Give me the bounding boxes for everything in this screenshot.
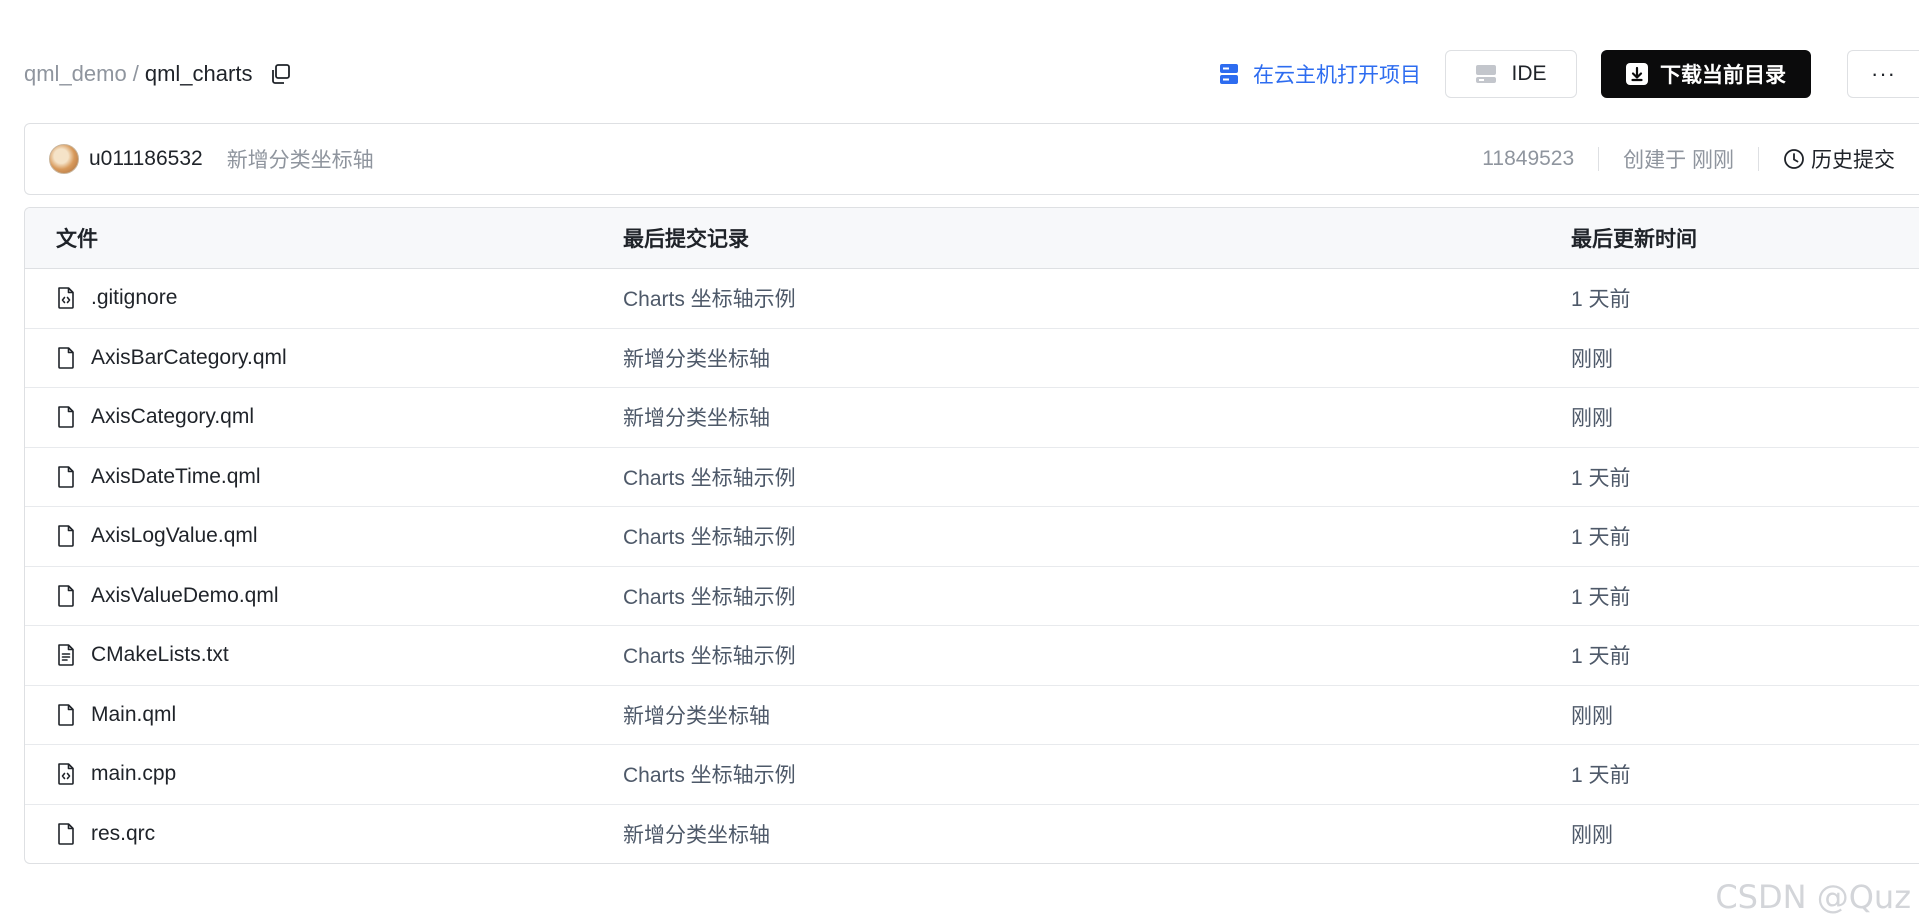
file-name-cell[interactable]: AxisLogValue.qml (56, 524, 258, 548)
file-icon (56, 822, 78, 846)
file-name-cell[interactable]: AxisCategory.qml (56, 405, 254, 429)
open-in-cloud-button[interactable]: 在云主机打开项目 (1219, 50, 1421, 98)
updated-time-cell: 刚刚 (1571, 407, 1613, 431)
code-file-icon (56, 762, 78, 786)
table-row[interactable]: AxisDateTime.qml Charts 坐标轴示例 1 天前 (25, 448, 1919, 507)
ide-button[interactable]: IDE (1445, 50, 1577, 98)
file-name-cell[interactable]: AxisBarCategory.qml (56, 346, 287, 370)
text-file-icon (56, 643, 78, 667)
last-commit-cell[interactable]: 新增分类坐标轴 (623, 819, 770, 849)
file-name[interactable]: AxisLogValue.qml (91, 524, 258, 548)
table-body: .gitignore Charts 坐标轴示例 1 天前 AxisBarCategor… (25, 269, 1919, 864)
history-commits-label: 历史提交 (1811, 149, 1895, 172)
download-icon (1626, 63, 1648, 85)
last-commit-cell[interactable]: Charts 坐标轴示例 (623, 640, 796, 670)
updated-time-cell: 刚刚 (1571, 824, 1613, 848)
table-row[interactable]: main.cpp Charts 坐标轴示例 1 天前 (25, 745, 1919, 805)
last-commit-cell[interactable]: Charts 坐标轴示例 (623, 581, 796, 611)
header-actions: 在云主机打开项目 IDE 下载当前目录 ··· (1219, 50, 1919, 98)
table-header: 文件 最后提交记录 最后更新时间 (25, 208, 1919, 269)
table-row[interactable]: CMakeLists.txt Charts 坐标轴示例 1 天前 (25, 626, 1919, 686)
file-name-cell[interactable]: CMakeLists.txt (56, 643, 229, 667)
divider (1598, 147, 1600, 171)
last-commit-cell[interactable]: Charts 坐标轴示例 (623, 283, 796, 313)
commit-message[interactable]: 新增分类坐标轴 (227, 144, 374, 174)
file-name[interactable]: AxisCategory.qml (91, 405, 254, 429)
file-icon (56, 584, 78, 608)
repo-file-browser: qml_demo / qml_charts 在云主机打开项目 IDE 下载当前目… (0, 0, 1919, 918)
avatar[interactable] (49, 144, 79, 174)
commit-author[interactable]: u011186532 (89, 147, 203, 171)
updated-time-cell: 1 天前 (1571, 526, 1631, 550)
updated-time-cell: 刚刚 (1571, 347, 1613, 371)
updated-time-cell: 1 天前 (1571, 288, 1631, 312)
file-icon (56, 346, 78, 370)
breadcrumb-current: qml_charts (144, 61, 253, 86)
updated-time-cell: 1 天前 (1571, 764, 1631, 788)
file-name[interactable]: CMakeLists.txt (91, 643, 229, 667)
download-directory-label: 下载当前目录 (1660, 64, 1786, 87)
file-icon (56, 405, 78, 429)
last-commit-cell[interactable]: 新增分类坐标轴 (623, 343, 770, 373)
table-row[interactable]: res.qrc 新增分类坐标轴 刚刚 (25, 805, 1919, 864)
file-icon (56, 465, 78, 489)
watermark: CSDN @Quz (1715, 878, 1911, 916)
more-options-icon: ··· (1871, 61, 1896, 86)
file-name[interactable]: AxisBarCategory.qml (91, 346, 287, 370)
file-name-cell[interactable]: res.qrc (56, 822, 155, 846)
ide-label: IDE (1511, 62, 1547, 85)
server-icon (1475, 63, 1497, 85)
column-header-updated: 最后更新时间 (1571, 228, 1697, 251)
file-name[interactable]: main.cpp (91, 762, 176, 786)
last-commit-cell[interactable]: Charts 坐标轴示例 (623, 462, 796, 492)
file-name[interactable]: .gitignore (91, 286, 177, 310)
copy-path-icon[interactable] (268, 62, 292, 86)
file-name-cell[interactable]: AxisValueDemo.qml (56, 584, 279, 608)
commit-sha[interactable]: 11849523 (1482, 147, 1574, 171)
table-row[interactable]: .gitignore Charts 坐标轴示例 1 天前 (25, 269, 1919, 329)
file-table: 文件 最后提交记录 最后更新时间 .gitignore Charts 坐标轴示例 1… (24, 207, 1919, 864)
table-row[interactable]: AxisLogValue.qml Charts 坐标轴示例 1 天前 (25, 507, 1919, 567)
latest-commit-bar: u011186532 新增分类坐标轴 11849523 创建于 刚刚 历史提交 (24, 123, 1919, 195)
updated-time-cell: 刚刚 (1571, 704, 1613, 728)
commit-meta: 11849523 创建于 刚刚 历史提交 (1482, 124, 1895, 194)
code-file-icon (56, 286, 78, 310)
breadcrumb-parent-link[interactable]: qml_demo (24, 61, 127, 87)
breadcrumb: qml_demo / qml_charts (24, 50, 292, 98)
file-icon (56, 703, 78, 727)
file-name[interactable]: res.qrc (91, 822, 155, 846)
file-name[interactable]: AxisDateTime.qml (91, 465, 261, 489)
divider (1758, 147, 1759, 171)
last-commit-cell[interactable]: 新增分类坐标轴 (623, 700, 770, 730)
more-options-button[interactable]: ··· (1847, 50, 1919, 98)
commit-created-time: 创建于 刚刚 (1623, 149, 1734, 172)
updated-time-cell: 1 天前 (1571, 466, 1631, 490)
file-name-cell[interactable]: Main.qml (56, 703, 176, 727)
updated-time-cell: 1 天前 (1571, 645, 1631, 669)
last-commit-cell[interactable]: Charts 坐标轴示例 (623, 759, 796, 789)
file-name-cell[interactable]: main.cpp (56, 762, 176, 786)
last-commit-cell[interactable]: Charts 坐标轴示例 (623, 521, 796, 551)
history-commits-link[interactable]: 历史提交 (1783, 144, 1895, 174)
updated-time-cell: 1 天前 (1571, 585, 1631, 609)
table-row[interactable]: AxisBarCategory.qml 新增分类坐标轴 刚刚 (25, 329, 1919, 388)
open-in-cloud-label: 在云主机打开项目 (1253, 64, 1421, 87)
file-name-cell[interactable]: AxisDateTime.qml (56, 465, 261, 489)
table-row[interactable]: AxisValueDemo.qml Charts 坐标轴示例 1 天前 (25, 567, 1919, 626)
table-row[interactable]: AxisCategory.qml 新增分类坐标轴 刚刚 (25, 388, 1919, 448)
file-icon (56, 524, 78, 548)
file-name[interactable]: AxisValueDemo.qml (91, 584, 279, 608)
last-commit-cell[interactable]: 新增分类坐标轴 (623, 402, 770, 432)
file-name[interactable]: Main.qml (91, 703, 176, 727)
column-header-file: 文件 (56, 228, 98, 251)
file-name-cell[interactable]: .gitignore (56, 286, 177, 310)
clock-icon (1783, 148, 1805, 170)
repo-header: qml_demo / qml_charts 在云主机打开项目 IDE 下载当前目… (24, 50, 1919, 98)
download-directory-button[interactable]: 下载当前目录 (1601, 50, 1811, 98)
cloud-host-icon (1219, 63, 1239, 85)
breadcrumb-separator: / (132, 61, 139, 86)
column-header-last-commit: 最后提交记录 (623, 228, 749, 251)
table-row[interactable]: Main.qml 新增分类坐标轴 刚刚 (25, 686, 1919, 745)
